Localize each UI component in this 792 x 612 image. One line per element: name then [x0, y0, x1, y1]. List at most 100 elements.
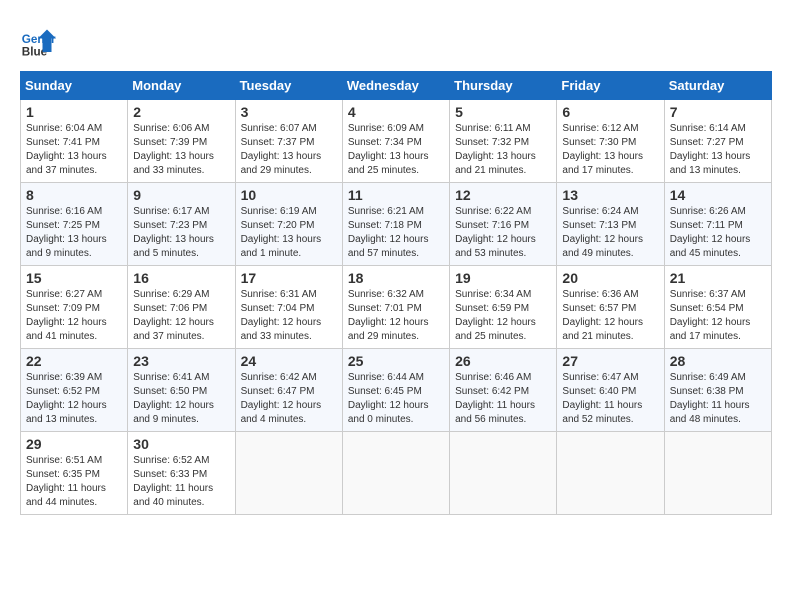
calendar-cell: 18 Sunrise: 6:32 AM Sunset: 7:01 PM Dayl…	[342, 266, 449, 349]
header-tuesday: Tuesday	[235, 72, 342, 100]
daylight-label: Daylight: 13 hours and 13 minutes.	[670, 151, 751, 176]
day-number: 11	[348, 187, 444, 203]
calendar-cell: 2 Sunrise: 6:06 AM Sunset: 7:39 PM Dayli…	[128, 100, 235, 183]
sunset-label: Sunset: 7:30 PM	[562, 137, 636, 148]
sunset-label: Sunset: 6:38 PM	[670, 386, 744, 397]
sunset-label: Sunset: 6:35 PM	[26, 469, 100, 480]
calendar-cell: 10 Sunrise: 6:19 AM Sunset: 7:20 PM Dayl…	[235, 183, 342, 266]
calendar-cell: 7 Sunrise: 6:14 AM Sunset: 7:27 PM Dayli…	[664, 100, 771, 183]
sunrise-label: Sunrise: 6:34 AM	[455, 289, 531, 300]
daylight-label: Daylight: 13 hours and 5 minutes.	[133, 234, 214, 259]
daylight-label: Daylight: 12 hours and 53 minutes.	[455, 234, 536, 259]
daylight-label: Daylight: 13 hours and 33 minutes.	[133, 151, 214, 176]
sunset-label: Sunset: 6:52 PM	[26, 386, 100, 397]
day-info: Sunrise: 6:24 AM Sunset: 7:13 PM Dayligh…	[562, 205, 658, 261]
day-number: 5	[455, 104, 551, 120]
day-number: 1	[26, 104, 122, 120]
day-info: Sunrise: 6:16 AM Sunset: 7:25 PM Dayligh…	[26, 205, 122, 261]
sunset-label: Sunset: 7:23 PM	[133, 220, 207, 231]
day-info: Sunrise: 6:49 AM Sunset: 6:38 PM Dayligh…	[670, 371, 766, 427]
logo: General Blue	[20, 25, 60, 61]
calendar-cell: 27 Sunrise: 6:47 AM Sunset: 6:40 PM Dayl…	[557, 349, 664, 432]
day-number: 21	[670, 270, 766, 286]
calendar-cell: 11 Sunrise: 6:21 AM Sunset: 7:18 PM Dayl…	[342, 183, 449, 266]
day-info: Sunrise: 6:39 AM Sunset: 6:52 PM Dayligh…	[26, 371, 122, 427]
calendar-cell: 20 Sunrise: 6:36 AM Sunset: 6:57 PM Dayl…	[557, 266, 664, 349]
header-sunday: Sunday	[21, 72, 128, 100]
day-number: 6	[562, 104, 658, 120]
sunrise-label: Sunrise: 6:31 AM	[241, 289, 317, 300]
day-info: Sunrise: 6:46 AM Sunset: 6:42 PM Dayligh…	[455, 371, 551, 427]
calendar-week-3: 15 Sunrise: 6:27 AM Sunset: 7:09 PM Dayl…	[21, 266, 772, 349]
calendar-cell: 14 Sunrise: 6:26 AM Sunset: 7:11 PM Dayl…	[664, 183, 771, 266]
day-info: Sunrise: 6:12 AM Sunset: 7:30 PM Dayligh…	[562, 122, 658, 178]
day-info: Sunrise: 6:27 AM Sunset: 7:09 PM Dayligh…	[26, 288, 122, 344]
daylight-label: Daylight: 12 hours and 45 minutes.	[670, 234, 751, 259]
day-info: Sunrise: 6:29 AM Sunset: 7:06 PM Dayligh…	[133, 288, 229, 344]
calendar-cell: 12 Sunrise: 6:22 AM Sunset: 7:16 PM Dayl…	[450, 183, 557, 266]
calendar-week-4: 22 Sunrise: 6:39 AM Sunset: 6:52 PM Dayl…	[21, 349, 772, 432]
day-info: Sunrise: 6:09 AM Sunset: 7:34 PM Dayligh…	[348, 122, 444, 178]
day-info: Sunrise: 6:52 AM Sunset: 6:33 PM Dayligh…	[133, 454, 229, 510]
sunrise-label: Sunrise: 6:46 AM	[455, 372, 531, 383]
day-info: Sunrise: 6:14 AM Sunset: 7:27 PM Dayligh…	[670, 122, 766, 178]
daylight-label: Daylight: 13 hours and 25 minutes.	[348, 151, 429, 176]
day-info: Sunrise: 6:32 AM Sunset: 7:01 PM Dayligh…	[348, 288, 444, 344]
daylight-label: Daylight: 13 hours and 1 minute.	[241, 234, 322, 259]
calendar-cell	[450, 432, 557, 515]
calendar-cell: 23 Sunrise: 6:41 AM Sunset: 6:50 PM Dayl…	[128, 349, 235, 432]
day-number: 24	[241, 353, 337, 369]
day-info: Sunrise: 6:04 AM Sunset: 7:41 PM Dayligh…	[26, 122, 122, 178]
sunset-label: Sunset: 7:11 PM	[670, 220, 743, 231]
day-number: 30	[133, 436, 229, 452]
sunset-label: Sunset: 7:37 PM	[241, 137, 315, 148]
day-number: 27	[562, 353, 658, 369]
sunrise-label: Sunrise: 6:12 AM	[562, 123, 638, 134]
calendar-week-5: 29 Sunrise: 6:51 AM Sunset: 6:35 PM Dayl…	[21, 432, 772, 515]
sunset-label: Sunset: 6:42 PM	[455, 386, 529, 397]
sunrise-label: Sunrise: 6:21 AM	[348, 206, 424, 217]
calendar-cell: 21 Sunrise: 6:37 AM Sunset: 6:54 PM Dayl…	[664, 266, 771, 349]
day-number: 13	[562, 187, 658, 203]
daylight-label: Daylight: 12 hours and 33 minutes.	[241, 317, 322, 342]
day-number: 4	[348, 104, 444, 120]
sunset-label: Sunset: 6:45 PM	[348, 386, 422, 397]
sunset-label: Sunset: 7:01 PM	[348, 303, 422, 314]
daylight-label: Daylight: 12 hours and 4 minutes.	[241, 400, 322, 425]
calendar-cell: 1 Sunrise: 6:04 AM Sunset: 7:41 PM Dayli…	[21, 100, 128, 183]
daylight-label: Daylight: 12 hours and 0 minutes.	[348, 400, 429, 425]
calendar-cell: 9 Sunrise: 6:17 AM Sunset: 7:23 PM Dayli…	[128, 183, 235, 266]
daylight-label: Daylight: 12 hours and 29 minutes.	[348, 317, 429, 342]
sunrise-label: Sunrise: 6:47 AM	[562, 372, 638, 383]
sunrise-label: Sunrise: 6:49 AM	[670, 372, 746, 383]
sunset-label: Sunset: 6:57 PM	[562, 303, 636, 314]
sunrise-label: Sunrise: 6:44 AM	[348, 372, 424, 383]
calendar-week-1: 1 Sunrise: 6:04 AM Sunset: 7:41 PM Dayli…	[21, 100, 772, 183]
daylight-label: Daylight: 11 hours and 48 minutes.	[670, 400, 750, 425]
sunset-label: Sunset: 6:40 PM	[562, 386, 636, 397]
daylight-label: Daylight: 13 hours and 21 minutes.	[455, 151, 536, 176]
day-number: 8	[26, 187, 122, 203]
sunrise-label: Sunrise: 6:42 AM	[241, 372, 317, 383]
header-wednesday: Wednesday	[342, 72, 449, 100]
day-number: 15	[26, 270, 122, 286]
daylight-label: Daylight: 12 hours and 9 minutes.	[133, 400, 214, 425]
daylight-label: Daylight: 12 hours and 25 minutes.	[455, 317, 536, 342]
sunrise-label: Sunrise: 6:06 AM	[133, 123, 209, 134]
calendar-cell: 8 Sunrise: 6:16 AM Sunset: 7:25 PM Dayli…	[21, 183, 128, 266]
sunrise-label: Sunrise: 6:27 AM	[26, 289, 102, 300]
calendar-cell: 15 Sunrise: 6:27 AM Sunset: 7:09 PM Dayl…	[21, 266, 128, 349]
calendar-cell: 26 Sunrise: 6:46 AM Sunset: 6:42 PM Dayl…	[450, 349, 557, 432]
sunset-label: Sunset: 7:09 PM	[26, 303, 100, 314]
daylight-label: Daylight: 13 hours and 9 minutes.	[26, 234, 107, 259]
calendar-cell	[664, 432, 771, 515]
sunset-label: Sunset: 7:18 PM	[348, 220, 422, 231]
day-number: 23	[133, 353, 229, 369]
day-number: 10	[241, 187, 337, 203]
sunrise-label: Sunrise: 6:36 AM	[562, 289, 638, 300]
sunrise-label: Sunrise: 6:19 AM	[241, 206, 317, 217]
sunrise-label: Sunrise: 6:52 AM	[133, 455, 209, 466]
calendar-cell: 6 Sunrise: 6:12 AM Sunset: 7:30 PM Dayli…	[557, 100, 664, 183]
day-info: Sunrise: 6:36 AM Sunset: 6:57 PM Dayligh…	[562, 288, 658, 344]
calendar-cell: 3 Sunrise: 6:07 AM Sunset: 7:37 PM Dayli…	[235, 100, 342, 183]
